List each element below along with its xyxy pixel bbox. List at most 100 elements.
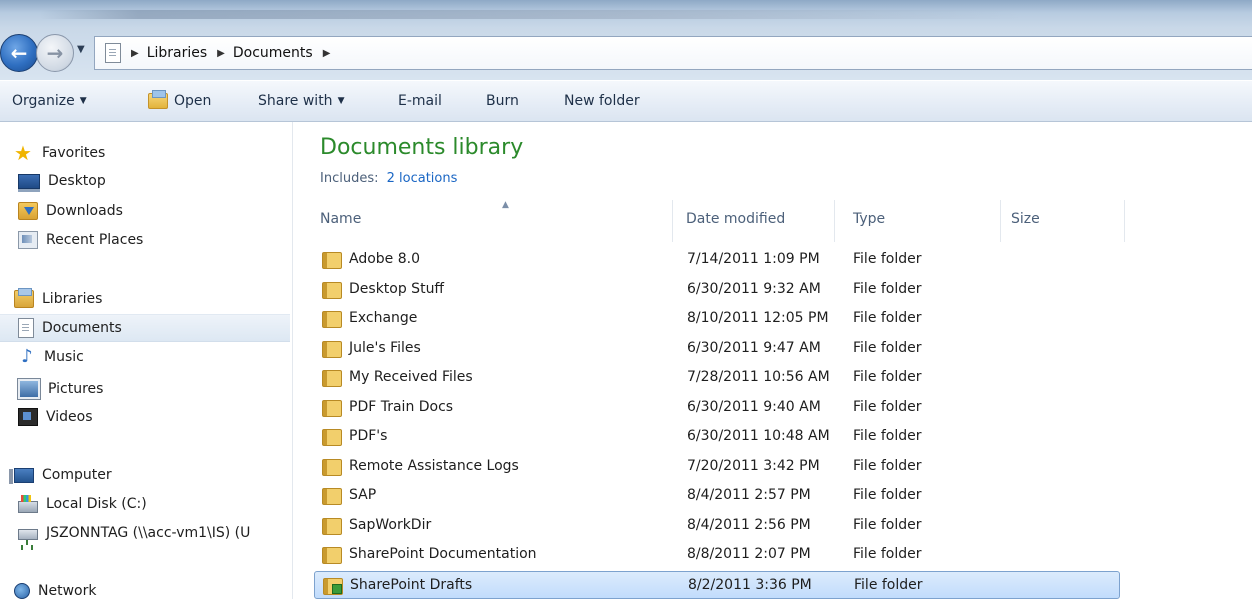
forward-arrow-icon: → — [46, 41, 64, 65]
sidebar-label: Downloads — [46, 203, 123, 219]
file-name: Jule's Files — [349, 340, 421, 356]
open-label: Open — [174, 93, 212, 109]
file-type: File folder — [853, 251, 922, 267]
breadcrumb-documents[interactable]: Documents — [233, 45, 313, 61]
file-row-selected[interactable]: SharePoint Drafts 8/2/2011 3:36 PM File … — [314, 571, 1120, 599]
file-type: File folder — [853, 281, 922, 297]
sidebar-label: Music — [44, 349, 84, 365]
file-date-modified: 6/30/2011 9:40 AM — [687, 399, 821, 415]
file-name: Desktop Stuff — [349, 281, 445, 297]
file-row[interactable]: My Received Files 7/28/2011 10:56 AM Fil… — [314, 364, 1120, 392]
file-row[interactable]: SAP 8/4/2011 2:57 PM File folder — [314, 482, 1120, 510]
sidebar-item-downloads[interactable]: Downloads — [18, 202, 123, 220]
network-drive-icon — [18, 528, 38, 545]
file-date-modified: 6/30/2011 9:47 AM — [687, 340, 821, 356]
window-title-blurred — [40, 10, 1020, 19]
file-row[interactable]: Jule's Files 6/30/2011 9:47 AM File fold… — [314, 335, 1120, 363]
email-button[interactable]: E-mail — [398, 93, 442, 109]
file-row[interactable]: Desktop Stuff 6/30/2011 9:32 AM File fol… — [314, 276, 1120, 304]
address-bar[interactable]: ▶ Libraries ▶ Documents ▶ — [94, 36, 1252, 70]
sidebar-item-favorites[interactable]: ★ Favorites — [14, 143, 105, 163]
videos-icon — [18, 408, 38, 426]
libraries-icon — [14, 288, 34, 308]
sidebar-item-videos[interactable]: Videos — [18, 408, 93, 426]
dropdown-arrow-icon: ▼ — [337, 96, 345, 106]
file-type: File folder — [853, 428, 922, 444]
folder-icon — [322, 459, 342, 476]
window-title-bar — [0, 0, 1252, 28]
file-row[interactable]: Exchange 8/10/2011 12:05 PM File folder — [314, 305, 1120, 333]
network-icon — [14, 583, 30, 599]
chevron-right-icon[interactable]: ▶ — [131, 48, 139, 59]
new-folder-button[interactable]: New folder — [564, 93, 640, 109]
sidebar-label: JSZONNTAG (\\acc-vm1\IS) (U — [46, 525, 251, 541]
column-header-name[interactable]: ▲ Name — [307, 200, 673, 242]
pictures-icon — [17, 378, 41, 400]
sidebar-item-pictures[interactable]: Pictures — [17, 378, 104, 400]
file-list-pane: Documents library Includes: 2 locations … — [293, 122, 1252, 599]
sidebar-item-local-disk[interactable]: Local Disk (C:) — [18, 495, 147, 513]
sidebar-item-network[interactable]: Network — [14, 583, 96, 599]
folder-icon — [322, 370, 342, 387]
sidebar-label: Network — [38, 583, 97, 599]
share-with-menu[interactable]: Share with ▼ — [258, 93, 344, 109]
folder-icon — [322, 341, 342, 358]
file-date-modified: 8/4/2011 2:56 PM — [687, 517, 811, 533]
folder-icon — [322, 400, 342, 417]
breadcrumb-libraries[interactable]: Libraries — [147, 45, 207, 61]
file-date-modified: 7/20/2011 3:42 PM — [687, 458, 820, 474]
file-row[interactable]: PDF's 6/30/2011 10:48 AM File folder — [314, 423, 1120, 451]
downloads-icon — [18, 202, 38, 220]
sidebar-item-libraries[interactable]: Libraries — [14, 288, 102, 308]
forward-button[interactable]: → — [36, 34, 74, 72]
chevron-right-icon[interactable]: ▶ — [323, 48, 331, 59]
sidebar-item-documents[interactable]: Documents — [0, 314, 290, 342]
sidebar-item-recent-places[interactable]: Recent Places — [18, 231, 143, 249]
column-header-date-modified[interactable]: Date modified — [673, 200, 835, 242]
document-library-icon — [105, 43, 121, 63]
back-button[interactable]: ← — [0, 34, 38, 72]
column-header-label: Type — [853, 211, 886, 227]
file-type: File folder — [853, 310, 922, 326]
file-row[interactable]: Adobe 8.0 7/14/2011 1:09 PM File folder — [314, 246, 1120, 274]
file-name: SharePoint Documentation — [349, 546, 537, 562]
file-row[interactable]: SharePoint Documentation 8/8/2011 2:07 P… — [314, 541, 1120, 569]
file-name: Remote Assistance Logs — [349, 458, 519, 474]
sidebar-label: Pictures — [48, 381, 104, 397]
file-type: File folder — [853, 517, 922, 533]
burn-button[interactable]: Burn — [486, 93, 519, 109]
sidebar-item-network-drive[interactable]: JSZONNTAG (\\acc-vm1\IS) (U — [18, 525, 251, 545]
folder-icon — [322, 547, 342, 564]
file-name: SapWorkDir — [349, 517, 432, 533]
file-name: My Received Files — [349, 369, 473, 385]
file-date-modified: 6/30/2011 9:32 AM — [687, 281, 821, 297]
file-date-modified: 8/8/2011 2:07 PM — [687, 546, 811, 562]
back-arrow-icon: ← — [10, 41, 28, 65]
file-name: SAP — [349, 487, 377, 503]
chevron-right-icon[interactable]: ▶ — [217, 48, 225, 59]
sidebar-item-desktop[interactable]: Desktop — [18, 173, 106, 192]
open-button[interactable]: Open — [148, 90, 212, 109]
column-header-size[interactable]: Size — [1001, 200, 1125, 242]
includes-locations-link[interactable]: 2 locations — [387, 171, 458, 186]
folder-icon — [322, 518, 342, 535]
documents-icon — [18, 318, 34, 338]
burn-label: Burn — [486, 93, 519, 109]
file-date-modified: 8/2/2011 3:36 PM — [688, 577, 812, 593]
file-row[interactable]: SapWorkDir 8/4/2011 2:56 PM File folder — [314, 512, 1120, 540]
column-header-type[interactable]: Type — [835, 200, 1001, 242]
file-row[interactable]: PDF Train Docs 6/30/2011 9:40 AM File fo… — [314, 394, 1120, 422]
sidebar-item-computer[interactable]: Computer — [9, 467, 112, 484]
desktop-icon — [18, 173, 40, 192]
sidebar-label: Recent Places — [46, 232, 144, 248]
sidebar-label: Desktop — [48, 173, 106, 189]
sidebar-item-music[interactable]: ♪ Music — [18, 348, 84, 366]
recent-pages-dropdown[interactable]: ▼ — [77, 44, 85, 55]
organize-menu[interactable]: Organize ▼ — [12, 93, 87, 109]
file-row[interactable]: Remote Assistance Logs 7/20/2011 3:42 PM… — [314, 453, 1120, 481]
dropdown-arrow-icon: ▼ — [79, 96, 87, 106]
column-headers: ▲ Name Date modified Type Size — [293, 200, 1252, 242]
sort-ascending-icon: ▲ — [502, 200, 509, 210]
file-type: File folder — [854, 577, 923, 593]
file-type: File folder — [853, 546, 922, 562]
